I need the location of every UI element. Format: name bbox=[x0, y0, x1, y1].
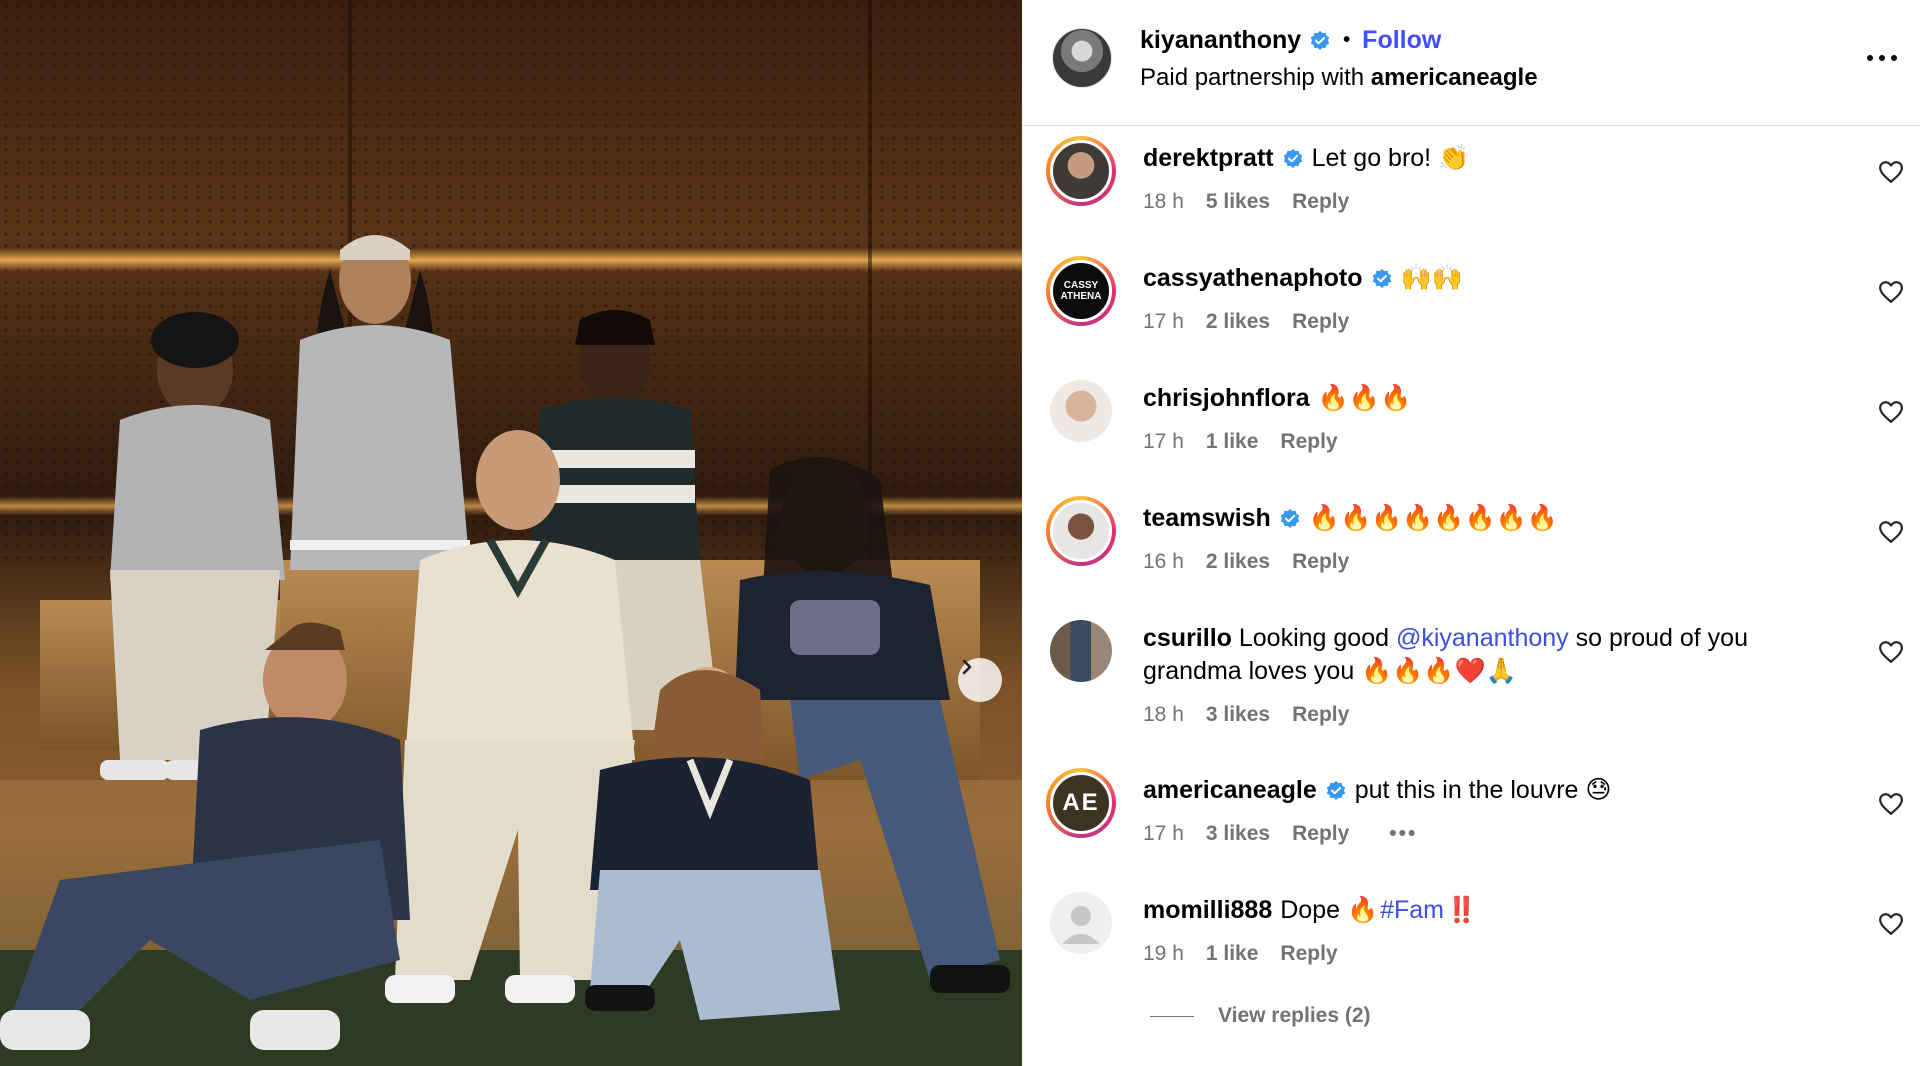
default-avatar-icon bbox=[1062, 906, 1100, 944]
comment-likes[interactable]: 2 likes bbox=[1206, 305, 1270, 338]
commenter-avatar[interactable] bbox=[1046, 888, 1116, 958]
comment-time: 19 h bbox=[1143, 942, 1184, 965]
chevron-right-icon bbox=[962, 659, 972, 675]
view-replies-label: View replies (2) bbox=[1218, 1004, 1371, 1027]
comment-username[interactable]: teamswish bbox=[1143, 502, 1271, 535]
comment-username[interactable]: chrisjohnflora bbox=[1143, 382, 1310, 415]
heart-outline-icon[interactable] bbox=[1878, 160, 1904, 184]
avatar-logo-text: AE bbox=[1050, 772, 1112, 834]
separator-dot: • bbox=[1343, 29, 1351, 51]
comment-text: 🔥🔥🔥 bbox=[1317, 384, 1412, 412]
partner-username[interactable]: americaneagle bbox=[1371, 64, 1538, 91]
comment-text: put this in the louvre 😓 bbox=[1354, 776, 1612, 804]
comment-username[interactable]: americaneagle bbox=[1143, 774, 1317, 807]
comment-username[interactable]: momilli888 bbox=[1143, 894, 1272, 927]
comment-text: Let go bro! 👏 bbox=[1311, 144, 1470, 172]
commenter-avatar[interactable]: CASSY ATHENA bbox=[1046, 256, 1116, 326]
partnership-label: Paid partnership with bbox=[1140, 64, 1365, 91]
comment-text: ‼️ bbox=[1445, 896, 1478, 924]
commenter-avatar[interactable] bbox=[1046, 136, 1116, 206]
heart-outline-icon[interactable] bbox=[1878, 280, 1904, 304]
reply-button[interactable]: Reply bbox=[1292, 305, 1349, 338]
reply-button[interactable]: Reply bbox=[1280, 937, 1337, 970]
comment-likes[interactable]: 1 like bbox=[1206, 425, 1259, 458]
comment-time: 17 h bbox=[1143, 430, 1184, 453]
avatar-logo-text: CASSY ATHENA bbox=[1050, 260, 1112, 322]
comment-likes[interactable]: 2 likes bbox=[1206, 545, 1270, 578]
comment-text: 🙌🙌 bbox=[1400, 264, 1463, 292]
reply-button[interactable]: Reply bbox=[1292, 185, 1349, 218]
author-avatar[interactable] bbox=[1052, 28, 1112, 88]
comment: AE americaneagle put this in the louvre … bbox=[1022, 768, 1920, 878]
commenter-avatar[interactable] bbox=[1046, 376, 1116, 446]
verified-badge-icon bbox=[1283, 148, 1302, 168]
comment-more-options-icon[interactable]: ••• bbox=[1389, 817, 1417, 850]
commenter-avatar[interactable] bbox=[1046, 496, 1116, 566]
comment: csurillo Looking good @kiyananthony so p… bbox=[1022, 616, 1920, 756]
comment-hashtag-link[interactable]: #Fam bbox=[1380, 894, 1444, 927]
comment-mention-link[interactable]: @kiyananthony bbox=[1396, 624, 1569, 652]
verified-badge-icon bbox=[1372, 268, 1391, 288]
verified-badge-icon bbox=[1310, 30, 1330, 50]
replies-divider-line bbox=[1150, 1015, 1194, 1017]
comment-likes[interactable]: 3 likes bbox=[1206, 698, 1270, 731]
more-options-icon[interactable] bbox=[1862, 48, 1902, 68]
comment-username[interactable]: csurillo bbox=[1143, 624, 1232, 652]
heart-outline-icon[interactable] bbox=[1878, 792, 1904, 816]
heart-outline-icon[interactable] bbox=[1878, 912, 1904, 936]
comment: CASSY ATHENA cassyathenaphoto 🙌🙌 17 h 2 … bbox=[1022, 256, 1920, 366]
reply-button[interactable]: Reply bbox=[1292, 698, 1349, 731]
verified-badge-icon bbox=[1280, 508, 1300, 528]
comment-time: 17 h bbox=[1143, 310, 1184, 333]
comment-text: 🔥🔥🔥🔥🔥🔥🔥🔥 bbox=[1308, 504, 1558, 532]
author-line: kiyananthony • Follow bbox=[1140, 26, 1441, 55]
comment-text: so proud of you bbox=[1575, 624, 1748, 652]
heart-outline-icon[interactable] bbox=[1878, 400, 1904, 424]
commenter-avatar[interactable]: AE bbox=[1046, 768, 1116, 838]
comment: chrisjohnflora 🔥🔥🔥 17 h 1 like Reply bbox=[1022, 376, 1920, 486]
comment-time: 16 h bbox=[1143, 550, 1184, 573]
comment-likes[interactable]: 1 like bbox=[1206, 937, 1259, 970]
view-replies-button[interactable]: View replies (2) bbox=[1150, 1004, 1371, 1028]
comment-username[interactable]: cassyathenaphoto bbox=[1143, 262, 1363, 295]
comment-username[interactable]: derektpratt bbox=[1143, 142, 1274, 175]
group-photo-illustration bbox=[0, 0, 1022, 1066]
post-header: kiyananthony • Follow Paid partnership w… bbox=[1022, 0, 1920, 126]
comments-pane: kiyananthony • Follow Paid partnership w… bbox=[1022, 0, 1920, 1066]
author-username[interactable]: kiyananthony bbox=[1140, 26, 1301, 55]
commenter-avatar[interactable] bbox=[1046, 616, 1116, 686]
heart-outline-icon[interactable] bbox=[1878, 520, 1904, 544]
comment-text-line2: grandma loves you 🔥🔥🔥❤️🙏 bbox=[1143, 657, 1517, 685]
reply-button[interactable]: Reply bbox=[1292, 545, 1349, 578]
comment: momilli888 Dope 🔥 #Fam ‼️ 19 h 1 like Re… bbox=[1022, 888, 1920, 998]
comment-text: Looking good bbox=[1238, 624, 1390, 652]
comment-likes[interactable]: 3 likes bbox=[1206, 817, 1270, 850]
heart-outline-icon[interactable] bbox=[1878, 640, 1904, 664]
comment-time: 18 h bbox=[1143, 190, 1184, 213]
reply-button[interactable]: Reply bbox=[1292, 817, 1349, 850]
next-photo-button[interactable] bbox=[958, 658, 1002, 702]
comment-time: 17 h bbox=[1143, 822, 1184, 845]
post-photo bbox=[0, 0, 1022, 1066]
comment-time: 18 h bbox=[1143, 703, 1184, 726]
verified-badge-icon bbox=[1326, 780, 1345, 800]
comment-likes[interactable]: 5 likes bbox=[1206, 185, 1270, 218]
reply-button[interactable]: Reply bbox=[1280, 425, 1337, 458]
follow-button[interactable]: Follow bbox=[1362, 26, 1441, 55]
comment: teamswish 🔥🔥🔥🔥🔥🔥🔥🔥 16 h 2 likes Reply bbox=[1022, 496, 1920, 606]
comment-text: Dope 🔥 bbox=[1280, 896, 1379, 924]
comment: derektpratt Let go bro! 👏 18 h 5 likes R… bbox=[1022, 136, 1920, 246]
partnership-line: Paid partnership with americaneagle bbox=[1140, 64, 1538, 92]
